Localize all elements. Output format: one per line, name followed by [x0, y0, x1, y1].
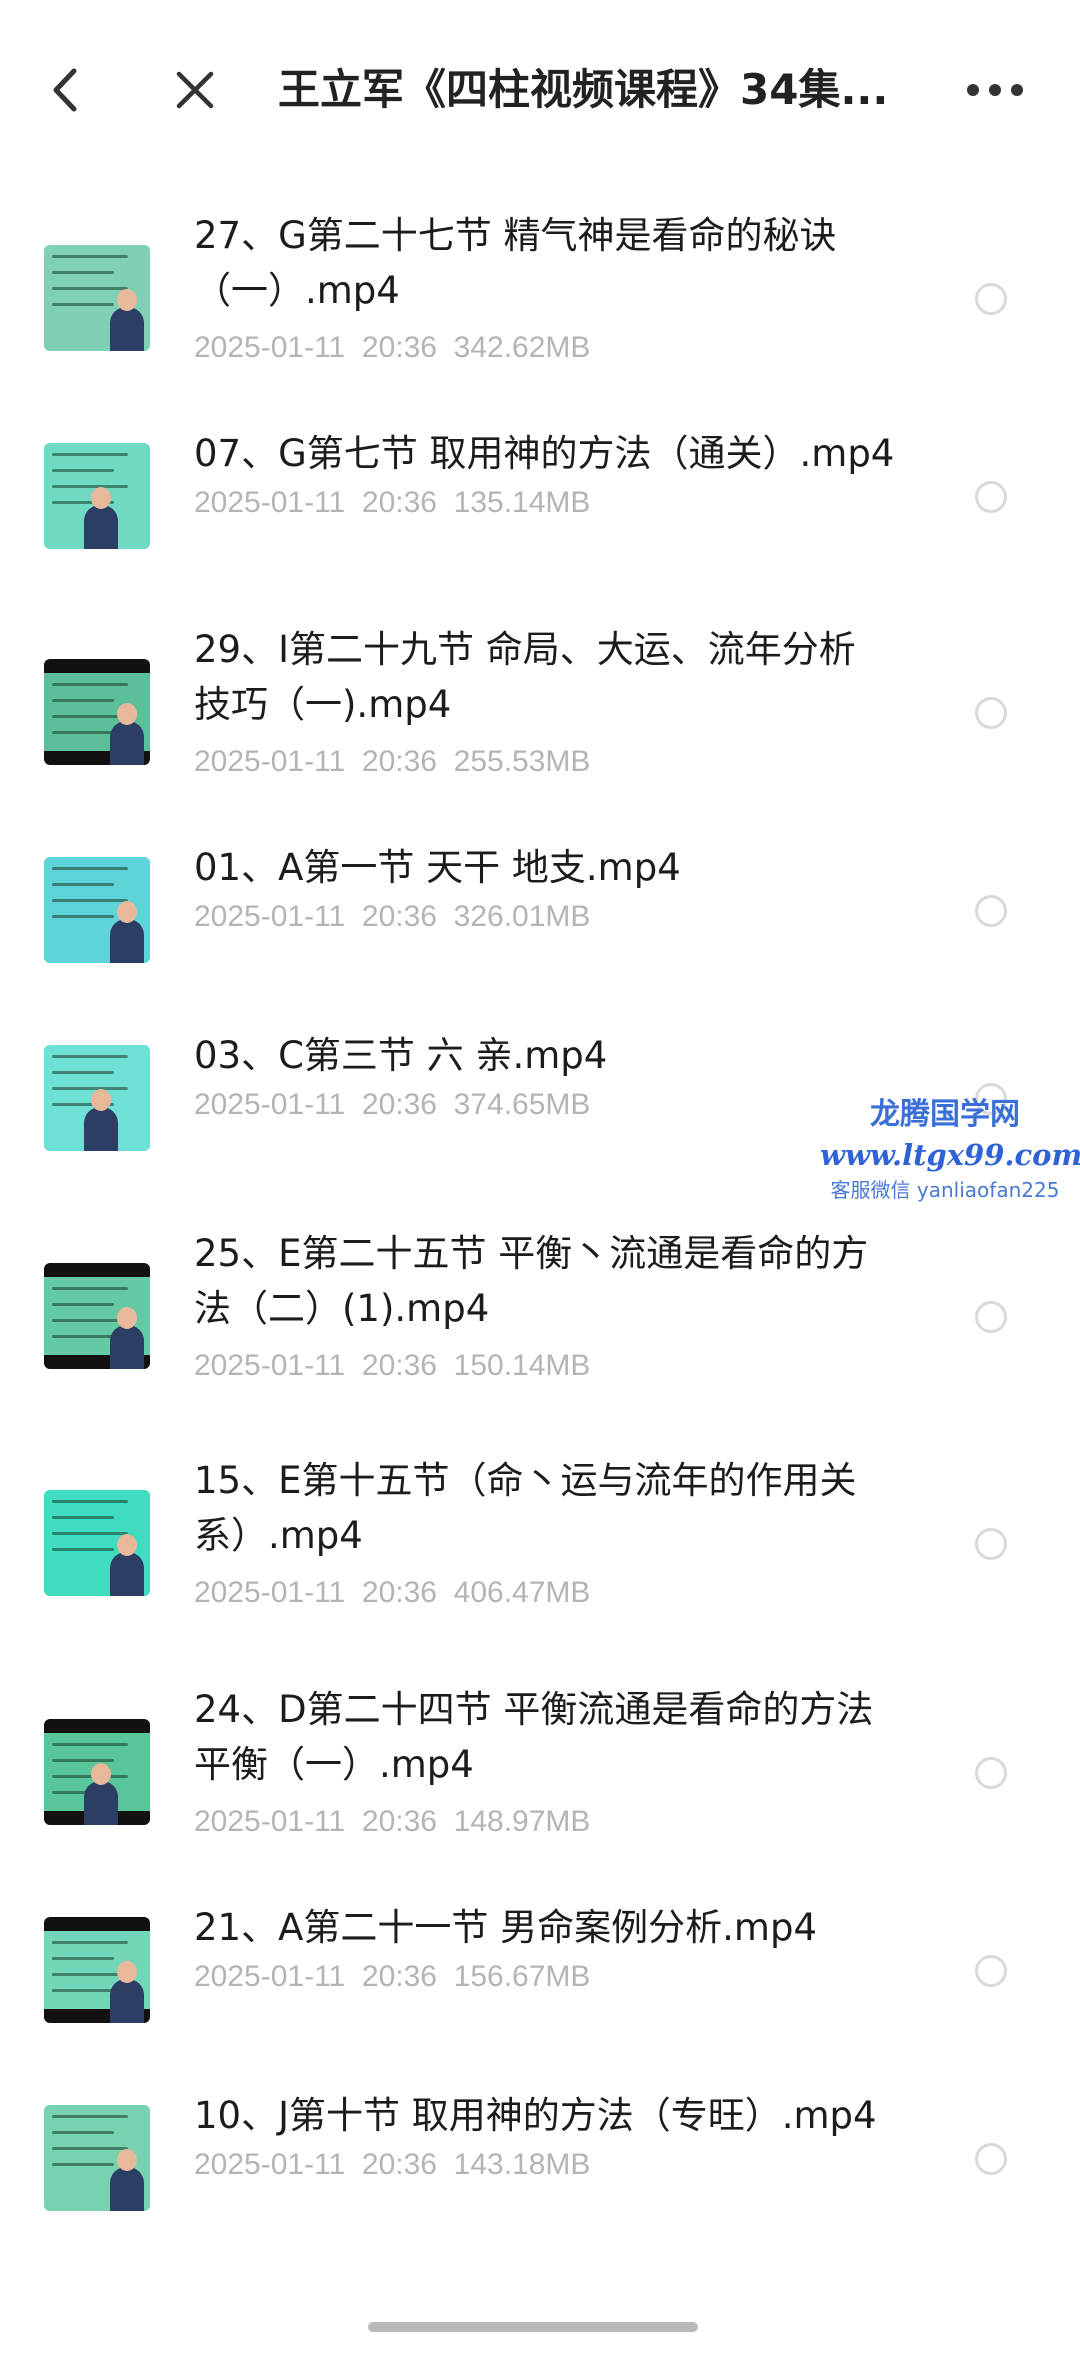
- video-thumbnail: [44, 1263, 150, 1369]
- file-size: 148.97MB: [453, 1805, 591, 1838]
- file-name-continued: 系）.mp4: [194, 1514, 363, 1557]
- file-size: 143.18MB: [453, 2148, 591, 2181]
- file-date: 2025-01-11: [194, 2148, 346, 2181]
- file-list-screen: 王立军《四柱视频课程》34集... 27、G第二十七节 精气神是看命的秘诀 （一）…: [0, 0, 1080, 2360]
- file-name: 15、E第十五节（命丶运与流年的作用关: [194, 1459, 857, 1502]
- file-meta: 2025-01-11 20:36 342.62MB: [194, 328, 894, 368]
- select-radio[interactable]: [975, 895, 1007, 927]
- file-name: 01、A第一节 天干 地支.mp4: [194, 846, 681, 889]
- file-size: 156.67MB: [453, 1960, 591, 1993]
- file-size: 135.14MB: [453, 486, 591, 519]
- file-list-item[interactable]: 10、J第十节 取用神的方法（专旺）.mp4 2025-01-11 20:36 1…: [0, 2068, 1080, 2248]
- video-thumbnail: [44, 659, 150, 765]
- file-date: 2025-01-11: [194, 900, 346, 933]
- file-meta: 2025-01-11 20:36 150.14MB: [194, 1346, 894, 1386]
- file-meta: 2025-01-11 20:36 156.67MB: [194, 1957, 894, 1997]
- file-date: 2025-01-11: [194, 331, 346, 364]
- file-name: 24、D第二十四节 平衡流通是看命的方法: [194, 1688, 874, 1731]
- file-meta: 2025-01-11 20:36 374.65MB: [194, 1085, 894, 1125]
- file-name-continued: 平衡（一）.mp4: [194, 1743, 474, 1786]
- video-thumbnail: [44, 1917, 150, 2023]
- file-meta: 2025-01-11 20:36 148.97MB: [194, 1802, 894, 1842]
- file-time: 20:36: [361, 745, 437, 778]
- file-name-continued: （一）.mp4: [194, 269, 400, 312]
- file-meta: 2025-01-11 20:36 326.01MB: [194, 897, 894, 937]
- file-name: 07、G第七节 取用神的方法（通关）.mp4: [194, 432, 895, 475]
- more-options-button[interactable]: [960, 55, 1030, 125]
- file-date: 2025-01-11: [194, 1960, 346, 1993]
- file-meta: 2025-01-11 20:36 255.53MB: [194, 742, 894, 782]
- file-name-continued: 技巧（一).mp4: [194, 683, 452, 726]
- top-bar: 王立军《四柱视频课程》34集...: [0, 0, 1080, 175]
- file-name: 27、G第二十七节 精气神是看命的秘诀: [194, 214, 837, 257]
- file-time: 20:36: [361, 1805, 437, 1838]
- select-radio[interactable]: [975, 1528, 1007, 1560]
- file-date: 2025-01-11: [194, 745, 346, 778]
- select-radio[interactable]: [975, 1955, 1007, 1987]
- select-radio[interactable]: [975, 1301, 1007, 1333]
- file-name: 29、I第二十九节 命局、大运、流年分析: [194, 628, 856, 671]
- file-meta: 2025-01-11 20:36 135.14MB: [194, 483, 894, 523]
- close-button[interactable]: [160, 55, 230, 125]
- close-icon: [176, 71, 214, 109]
- watermark-contact: 客服微信 yanliaofan225: [830, 1178, 1060, 1202]
- watermark-site-name: 龙腾国学网: [870, 1097, 1020, 1132]
- video-thumbnail: [44, 443, 150, 549]
- file-name: 10、J第十节 取用神的方法（专旺）.mp4: [194, 2094, 877, 2137]
- file-name: 03、C第三节 六 亲.mp4: [194, 1034, 608, 1077]
- file-size: 326.01MB: [453, 900, 591, 933]
- file-list-item[interactable]: 27、G第二十七节 精气神是看命的秘诀 （一）.mp4 2025-01-11 20:…: [0, 208, 1080, 388]
- file-size: 406.47MB: [453, 1576, 591, 1609]
- video-thumbnail: [44, 245, 150, 351]
- file-list-item[interactable]: 25、E第二十五节 平衡丶流通是看命的方 法（二）(1).mp4 2025-01-1…: [0, 1226, 1080, 1406]
- file-time: 20:36: [361, 1349, 437, 1382]
- file-list-item[interactable]: 24、D第二十四节 平衡流通是看命的方法 平衡（一）.mp4 2025-01-11 …: [0, 1682, 1080, 1862]
- more-horizontal-icon: [967, 84, 1023, 96]
- file-date: 2025-01-11: [194, 486, 346, 519]
- file-date: 2025-01-11: [194, 1805, 346, 1838]
- file-name: 25、E第二十五节 平衡丶流通是看命的方: [194, 1232, 869, 1275]
- file-date: 2025-01-11: [194, 1576, 346, 1609]
- file-list-item[interactable]: 21、A第二十一节 男命案例分析.mp4 2025-01-11 20:36 156…: [0, 1880, 1080, 2060]
- page-title: 王立军《四柱视频课程》34集...: [278, 65, 889, 114]
- home-indicator[interactable]: [368, 2322, 698, 2332]
- file-name-continued: 法（二）(1).mp4: [194, 1287, 490, 1330]
- file-time: 20:36: [361, 1576, 437, 1609]
- video-thumbnail: [44, 1490, 150, 1596]
- watermark-url: www.ltgx99.com: [820, 1138, 1080, 1172]
- chevron-left-icon: [53, 68, 77, 112]
- file-date: 2025-01-11: [194, 1349, 346, 1382]
- file-list-item[interactable]: 29、I第二十九节 命局、大运、流年分析 技巧（一).mp4 2025-01-11 …: [0, 622, 1080, 802]
- video-thumbnail: [44, 1719, 150, 1825]
- file-time: 20:36: [361, 1088, 437, 1121]
- file-time: 20:36: [361, 486, 437, 519]
- file-list-item[interactable]: 01、A第一节 天干 地支.mp4 2025-01-11 20:36 326.01…: [0, 820, 1080, 1000]
- file-time: 20:36: [361, 1960, 437, 1993]
- file-size: 255.53MB: [453, 745, 591, 778]
- select-radio[interactable]: [975, 1757, 1007, 1789]
- watermark: 龙腾国学网 www.ltgx99.com 客服微信 yanliaofan225: [820, 1095, 1080, 1205]
- file-time: 20:36: [361, 331, 437, 364]
- file-date: 2025-01-11: [194, 1088, 346, 1121]
- file-name: 21、A第二十一节 男命案例分析.mp4: [194, 1906, 817, 1949]
- select-radio[interactable]: [975, 283, 1007, 315]
- file-time: 20:36: [361, 2148, 437, 2181]
- file-size: 374.65MB: [453, 1088, 591, 1121]
- select-radio[interactable]: [975, 697, 1007, 729]
- back-button[interactable]: [35, 55, 95, 125]
- file-meta: 2025-01-11 20:36 406.47MB: [194, 1573, 894, 1613]
- file-size: 150.14MB: [453, 1349, 591, 1382]
- select-radio[interactable]: [975, 481, 1007, 513]
- file-meta: 2025-01-11 20:36 143.18MB: [194, 2145, 894, 2185]
- file-time: 20:36: [361, 900, 437, 933]
- file-list-item[interactable]: 15、E第十五节（命丶运与流年的作用关 系）.mp4 2025-01-11 20:3…: [0, 1453, 1080, 1633]
- select-radio[interactable]: [975, 2143, 1007, 2175]
- file-list-item[interactable]: 07、G第七节 取用神的方法（通关）.mp4 2025-01-11 20:36 1…: [0, 406, 1080, 586]
- video-thumbnail: [44, 1045, 150, 1151]
- video-thumbnail: [44, 2105, 150, 2211]
- video-thumbnail: [44, 857, 150, 963]
- file-size: 342.62MB: [453, 331, 591, 364]
